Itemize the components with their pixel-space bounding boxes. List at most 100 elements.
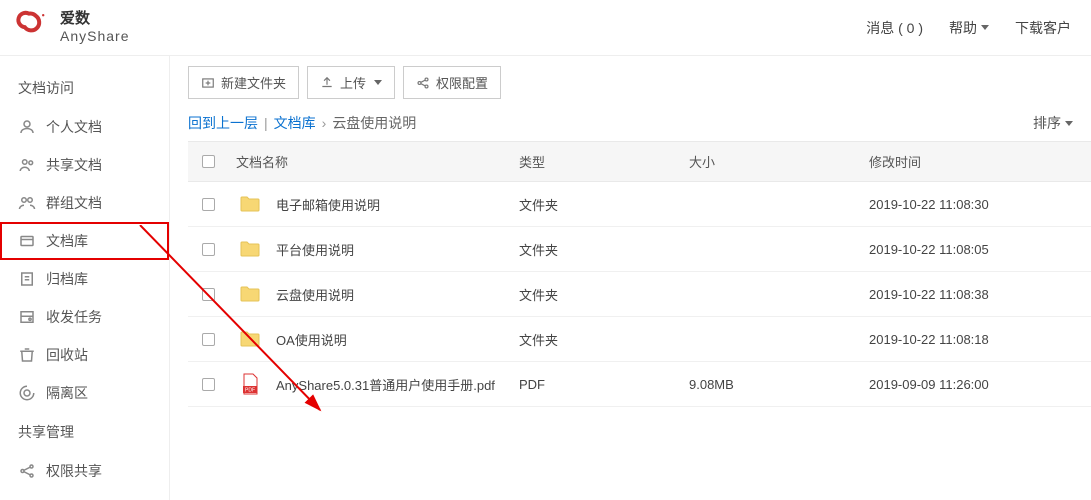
help-label: 帮助 [949,18,977,38]
upload-button[interactable]: 上传 [307,66,395,99]
file-table: 文档名称 类型 大小 修改时间 电子邮箱使用说明文件夹2019-10-22 11… [188,141,1091,407]
sidebar-item[interactable]: 回收站 [0,336,169,374]
sidebar-section1-title: 文档访问 [0,68,169,108]
cell-extra [1051,317,1091,361]
breadcrumb-lib[interactable]: 文档库 [274,113,316,133]
col-time-header[interactable]: 修改时间 [861,142,1051,181]
folder-icon [236,327,264,351]
table-row[interactable]: OA使用说明文件夹2019-10-22 11:08:18 [188,317,1091,362]
sidebar-item[interactable]: 收发任务 [0,298,169,336]
cell-type: 文件夹 [511,272,681,316]
sidebar: 文档访问 个人文档共享文档群组文档文档库归档库收发任务回收站隔离区 共享管理 权… [0,56,170,500]
sidebar-item-label: 归档库 [46,269,88,289]
pdf-icon: PDF [236,372,264,396]
chevron-right-icon: › [322,115,327,131]
cell-name[interactable]: 电子邮箱使用说明 [228,182,511,226]
chevron-down-icon [374,80,382,85]
new-folder-label: 新建文件夹 [221,73,286,92]
cell-size [681,272,861,316]
permission-button[interactable]: 权限配置 [403,66,501,99]
table-row[interactable]: PDFAnyShare5.0.31普通用户使用手册.pdfPDF9.08MB20… [188,362,1091,407]
sidebar-item[interactable]: 归档库 [0,260,169,298]
sidebar-item-label: 文档库 [46,231,88,251]
brand-text: 爱数 AnyShare [60,11,129,44]
cell-type: PDF [511,362,681,406]
nav-icon [18,194,36,212]
cell-extra [1051,182,1091,226]
cell-name[interactable]: PDF AnyShare5.0.31普通用户使用手册.pdf [228,362,511,406]
col-type-header[interactable]: 类型 [511,142,681,181]
cell-name[interactable]: 平台使用说明 [228,227,511,271]
file-name: AnyShare5.0.31普通用户使用手册.pdf [276,375,495,394]
folder-icon [236,282,264,306]
cell-extra [1051,362,1091,406]
cell-type: 文件夹 [511,227,681,271]
sidebar-item[interactable]: 外链共享 [0,490,169,500]
row-checkbox[interactable] [188,227,228,271]
breadcrumb-row: 回到上一层 | 文档库 › 云盘使用说明 排序 [188,113,1091,141]
cell-size [681,182,861,226]
breadcrumb-current: 云盘使用说明 [332,113,416,133]
nav-icon [18,270,36,288]
svg-text:PDF: PDF [245,388,255,394]
nav-icon [18,462,36,480]
cell-size [681,317,861,361]
folder-icon [236,192,264,216]
col-extra-header [1051,142,1091,181]
col-name-header[interactable]: 文档名称 [228,142,511,181]
breadcrumb: 回到上一层 | 文档库 › 云盘使用说明 [188,113,416,133]
cell-name[interactable]: OA使用说明 [228,317,511,361]
cell-type: 文件夹 [511,317,681,361]
new-folder-button[interactable]: 新建文件夹 [188,66,299,99]
logo-icon [12,8,52,48]
cell-name[interactable]: 云盘使用说明 [228,272,511,316]
sidebar-item[interactable]: 共享文档 [0,146,169,184]
sidebar-item[interactable]: 群组文档 [0,184,169,222]
sort-button[interactable]: 排序 [1033,113,1073,133]
nav-icon [18,384,36,402]
sidebar-item[interactable]: 个人文档 [0,108,169,146]
row-checkbox[interactable] [188,317,228,361]
layout: 文档访问 个人文档共享文档群组文档文档库归档库收发任务回收站隔离区 共享管理 权… [0,56,1091,500]
sidebar-item[interactable]: 隔离区 [0,374,169,412]
nav-icon [18,232,36,250]
download-link[interactable]: 下载客户 [1015,18,1071,38]
table-header: 文档名称 类型 大小 修改时间 [188,141,1091,182]
cell-extra [1051,272,1091,316]
sidebar-item-label: 隔离区 [46,383,88,403]
messages-link[interactable]: 消息 ( 0 ) [866,18,923,38]
row-checkbox[interactable] [188,362,228,406]
main: 新建文件夹 上传 权限配置 回到上一层 | 文档库 › 云盘使用说明 排序 [170,56,1091,500]
table-row[interactable]: 电子邮箱使用说明文件夹2019-10-22 11:08:30 [188,182,1091,227]
nav-icon [18,346,36,364]
file-name: 平台使用说明 [276,240,354,259]
file-name: OA使用说明 [276,330,347,349]
sidebar-item-label: 回收站 [46,345,88,365]
col-size-header[interactable]: 大小 [681,142,861,181]
sort-label: 排序 [1033,113,1061,133]
help-link[interactable]: 帮助 [949,18,989,38]
chevron-down-icon [1065,121,1073,126]
brand-logo[interactable]: 爱数 AnyShare [12,8,129,48]
table-row[interactable]: 云盘使用说明文件夹 2019-10-22 11:08:38 [188,272,1091,317]
upload-label: 上传 [340,73,366,92]
table-row[interactable]: 平台使用说明 文件夹 2019-10-22 11:08:05 [188,227,1091,272]
sidebar-item[interactable]: 文档库 [0,222,169,260]
row-checkbox[interactable] [188,272,228,316]
select-all-checkbox[interactable] [188,142,228,181]
cell-time: 2019-10-22 11:08:05 [861,227,1051,271]
toolbar: 新建文件夹 上传 权限配置 [188,66,1091,99]
file-name: 电子邮箱使用说明 [276,195,380,214]
upload-icon [320,76,334,90]
cell-time: 2019-10-22 11:08:30 [861,182,1051,226]
separator: | [264,115,268,131]
row-checkbox[interactable] [188,182,228,226]
sidebar-item[interactable]: 权限共享 [0,452,169,490]
chevron-down-icon [981,25,989,30]
cell-size: 9.08MB [681,362,861,406]
breadcrumb-back[interactable]: 回到上一层 [188,113,258,133]
brand-en: AnyShare [60,28,129,44]
folder-icon [236,237,264,261]
sidebar-item-label: 收发任务 [46,307,102,327]
cell-time: 2019-10-22 11:08:38 [861,272,1051,316]
